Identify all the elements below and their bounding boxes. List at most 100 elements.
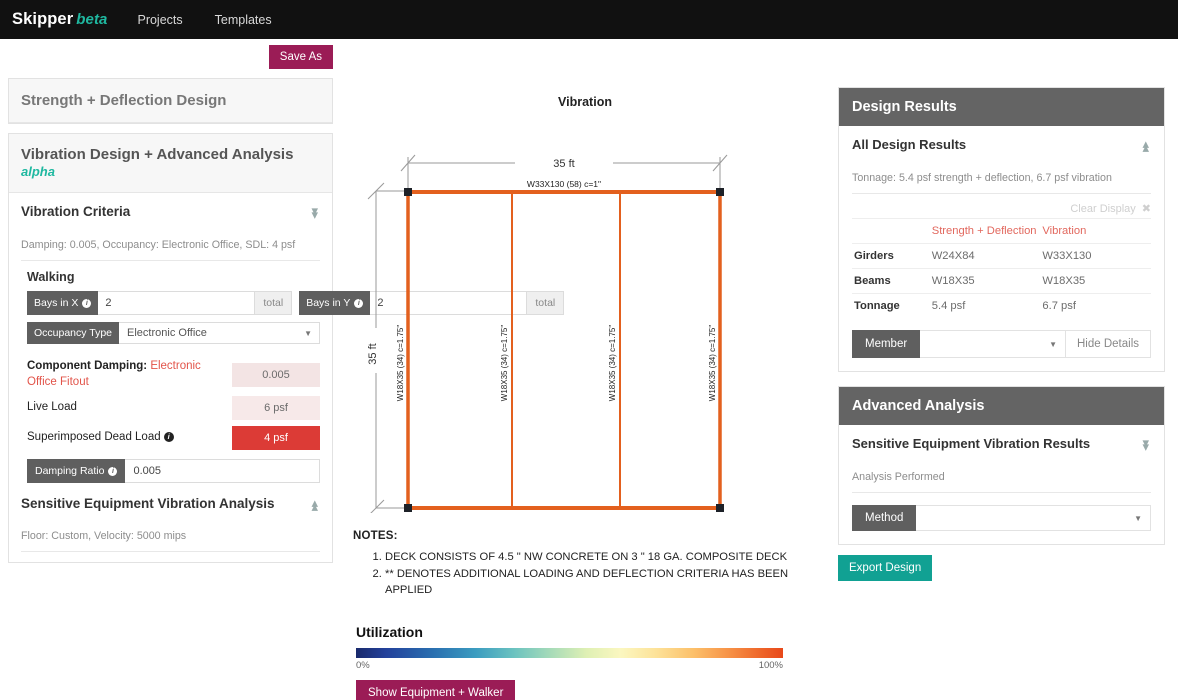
column-node-top-right: [716, 188, 724, 196]
info-icon[interactable]: i: [163, 432, 174, 443]
framing-diagram: 35 ft 35 ft W33X130 (58) c=1" W18X35 (34…: [345, 113, 825, 529]
tonnage-vibration-value: 6.7 psf: [1040, 293, 1151, 318]
close-icon: ✖: [1141, 203, 1151, 215]
utilization-gradient-bar: [356, 647, 783, 658]
col-header-vibration: Vibration: [1040, 218, 1151, 244]
method-select[interactable]: ▼: [916, 505, 1151, 531]
method-label[interactable]: Method: [852, 505, 917, 531]
clear-display-button[interactable]: Clear Display ✖: [852, 202, 1151, 216]
strength-deflection-header[interactable]: Strength + Deflection Design: [9, 79, 332, 123]
row-label-tonnage: Tonnage: [852, 293, 930, 318]
advanced-analysis-body: Sensitive Equipment Vibration Results ▾ ▾…: [839, 425, 1164, 544]
note-item: ** DENOTES ADDITIONAL LOADING AND DEFLEC…: [385, 566, 825, 598]
utilization-min-label: 0%: [356, 659, 370, 671]
export-design-button[interactable]: Export Design: [838, 555, 933, 581]
occupancy-type-label: Occupancy Type: [27, 322, 120, 344]
bays-input-row: Bays in Xi total Bays in Y i total: [27, 291, 565, 315]
vibration-design-title: Vibration Design + Advanced Analysis: [21, 146, 294, 163]
table-row: Girders W24X84 W33X130: [852, 243, 1151, 269]
sensitive-equipment-header: Sensitive Equipment Vibration Analysis ▴…: [21, 496, 320, 522]
design-results-panel: Design Results All Design Results ▴ ▴ Ton…: [838, 87, 1165, 372]
walking-subheading: Walking: [27, 270, 75, 284]
col-header-blank: [852, 218, 930, 244]
show-equipment-walker-button[interactable]: Show Equipment + Walker: [356, 679, 516, 700]
info-icon[interactable]: i: [82, 298, 92, 308]
table-row: Tonnage 5.4 psf 6.7 psf: [852, 293, 1151, 318]
vibration-criteria-header: Vibration Criteria ▾ ▾: [21, 204, 320, 230]
hide-details-button[interactable]: Hide Details: [1066, 330, 1151, 358]
save-as-button[interactable]: Save As: [268, 45, 333, 69]
vibration-design-panel: Vibration Design + Advanced Analysis alp…: [8, 133, 565, 564]
chevron-down-icon: ▼: [1134, 513, 1142, 523]
span-y-dimension-label: 35 ft: [367, 343, 379, 364]
sensitive-results-header: Sensitive Equipment Vibration Results ▾ ▾: [852, 436, 1151, 462]
col-header-strength: Strength + Deflection: [929, 218, 1041, 244]
save-as-row: Save As: [8, 45, 333, 69]
member-label[interactable]: Member: [852, 330, 921, 358]
diagram-title: Vibration: [558, 95, 612, 109]
brand-name: Skipper: [12, 10, 74, 28]
member-select[interactable]: ▼: [920, 330, 1066, 358]
nav-link-templates[interactable]: Templates: [215, 13, 272, 27]
bays-in-x-suffix: total: [255, 291, 293, 315]
column-node-top-left: [404, 188, 412, 196]
utilization-gradient-labels: 0% 100%: [356, 660, 783, 671]
chevron-down-icon[interactable]: ▾ ▾: [309, 204, 320, 230]
superimposed-dead-load-row: Superimposed Dead Load i 4 psf: [27, 426, 320, 451]
notes-heading: NOTES:: [353, 530, 398, 542]
span-x-dimension-label: 35 ft: [553, 158, 574, 170]
advanced-analysis-header: Advanced Analysis: [839, 387, 1164, 425]
live-load-row: Live Load 6 psf: [27, 396, 320, 421]
notes-list: DECK CONSISTS OF 4.5 " NW CONCRETE ON 3 …: [353, 549, 825, 599]
brand-logo[interactable]: Skipper beta: [12, 10, 107, 29]
top-navbar: Skipper beta Projects Templates: [0, 0, 1178, 39]
beam-label-2: W18X35 (34) c=1.75": [500, 325, 509, 402]
row-label-beams: Beams: [852, 268, 930, 294]
analysis-performed-summary: Analysis Performed: [852, 471, 1151, 493]
vibration-criteria-summary: Damping: 0.005, Occupancy: Electronic Of…: [21, 239, 320, 261]
right-sidebar: Design Results All Design Results ▴ ▴ Ton…: [838, 87, 1165, 581]
sensitive-equipment-summary: Floor: Custom, Velocity: 5000 mips: [21, 530, 320, 553]
bays-in-x-group: Bays in Xi total: [27, 291, 293, 315]
superimposed-dead-load-value[interactable]: 4 psf: [232, 426, 320, 451]
notes-section: NOTES: DECK CONSISTS OF 4.5 " NW CONCRET…: [353, 530, 825, 700]
center-column: Vibration 35 ft 35 ft W33X130 (58) c=1" …: [345, 39, 825, 700]
info-icon[interactable]: i: [108, 466, 118, 476]
design-results-summary: Tonnage: 5.4 psf strength + deflection, …: [852, 172, 1151, 194]
bays-in-x-label[interactable]: Bays in Xi: [27, 291, 99, 315]
alpha-tag: alpha: [21, 164, 55, 179]
damping-ratio-label[interactable]: Damping Ratio i: [27, 459, 126, 484]
design-results-table-body: Girders W24X84 W33X130 Beams W18X35 W18X…: [852, 243, 1151, 318]
column-node-bottom-left: [404, 504, 412, 512]
strength-deflection-panel: Strength + Deflection Design: [8, 78, 333, 124]
occupancy-type-select[interactable]: Electronic Office ▼: [119, 322, 320, 344]
note-item: DECK CONSISTS OF 4.5 " NW CONCRETE ON 3 …: [385, 549, 825, 565]
all-design-results-title: All Design Results: [852, 137, 967, 152]
component-damping-value[interactable]: 0.005: [232, 362, 320, 387]
bays-in-x-label-text: Bays in X: [34, 297, 79, 309]
chevron-up-icon[interactable]: ▴ ▴: [1140, 137, 1151, 163]
girders-strength-value: W24X84: [929, 243, 1041, 269]
vibration-design-header[interactable]: Vibration Design + Advanced Analysis alp…: [9, 134, 332, 193]
chevron-up-icon[interactable]: ▴ ▴: [309, 496, 320, 522]
vibration-panel-body: Vibration Criteria ▾ ▾ Damping: 0.005, Oc…: [9, 193, 565, 562]
component-damping-label: Component Damping: Electronic Office Fit…: [27, 359, 202, 390]
brand-beta-tag: beta: [76, 11, 108, 28]
bays-in-x-input[interactable]: [98, 291, 256, 315]
chevron-down-icon[interactable]: ▾ ▾: [1140, 436, 1151, 462]
beam-label-3: W18X35 (34) c=1.75": [608, 325, 617, 402]
utilization-max-label: 100%: [758, 659, 783, 671]
chevron-down-icon: ▼: [1049, 339, 1057, 349]
framing-diagram-svg: 35 ft 35 ft W33X130 (58) c=1" W18X35 (34…: [367, 154, 728, 529]
occupancy-type-value: Electronic Office: [127, 327, 207, 339]
column-node-bottom-right: [716, 504, 724, 512]
superimposed-dead-load-label-text: Superimposed Dead Load: [27, 431, 161, 444]
nav-link-projects[interactable]: Projects: [137, 13, 182, 27]
table-row: Beams W18X35 W18X35: [852, 268, 1151, 294]
clear-display-label: Clear Display: [1070, 202, 1136, 215]
bays-in-y-label-text: Bays in Y: [306, 297, 351, 309]
damping-ratio-input[interactable]: [125, 459, 320, 484]
live-load-value[interactable]: 6 psf: [232, 396, 320, 421]
sensitive-results-title: Sensitive Equipment Vibration Results: [852, 436, 1091, 451]
chevron-down-icon: ▼: [304, 328, 312, 338]
